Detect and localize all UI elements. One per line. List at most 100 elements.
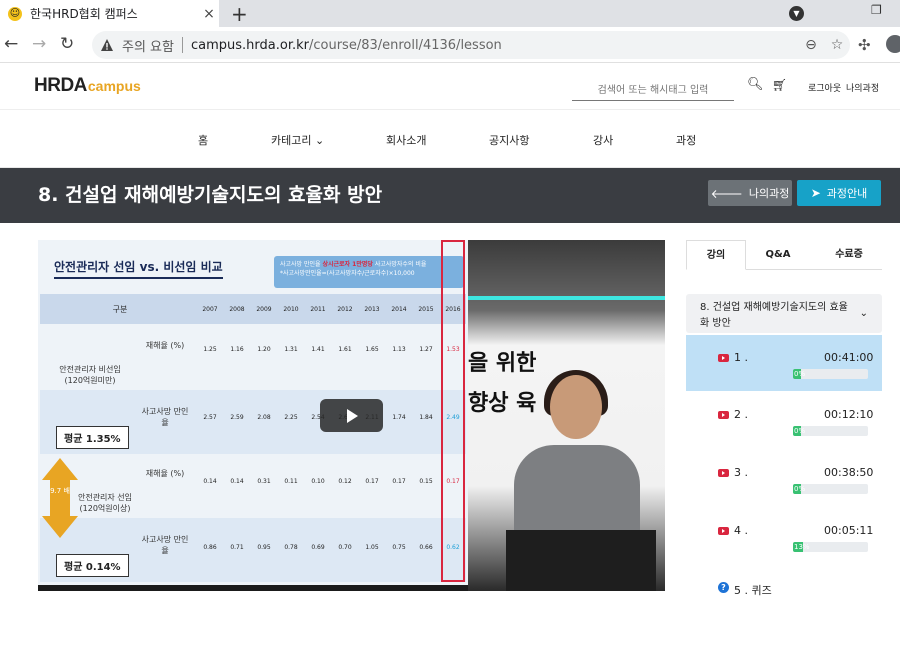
bookmark-star-icon[interactable]: ☆: [824, 37, 850, 53]
lesson-duration: 00:41:00: [824, 351, 874, 364]
forward-arrow-icon[interactable]: →: [32, 34, 46, 54]
note-text-c: 사고사망자수의 비율: [372, 261, 427, 268]
table-cell: 2.57: [203, 414, 217, 421]
ratio-label: 9.7 배: [50, 480, 70, 516]
slide-note: 사고사망 만인율 상시근로자 1만명당 사고사망자수의 비율 *사고사망만인율=…: [274, 256, 464, 288]
table-cell: 0.86: [203, 544, 217, 551]
url-host: campus.hrda.or.kr: [190, 37, 309, 53]
slide-title: 안전관리자 선임 vs. 비선임 비교: [54, 258, 223, 279]
year-header: 2014: [391, 306, 407, 313]
speaker-face: [550, 375, 602, 439]
table-cell: 1.20: [257, 346, 271, 353]
zoom-icon[interactable]: ⊖: [798, 37, 824, 53]
extensions-puzzle-icon[interactable]: ✣: [858, 36, 871, 54]
table-cell: 1.74: [392, 414, 406, 421]
table-cell: 0.17: [392, 478, 406, 485]
year-header: 2008: [229, 306, 245, 313]
browser-tab-title: 한국HRD협회 캠퍼스: [30, 7, 138, 21]
nav-instructors[interactable]: 강사: [593, 132, 613, 148]
site-header: HRDA campus 🔍︎ 🛒︎ 로그아웃 나의과정: [0, 63, 900, 110]
my-course-link[interactable]: 나의과정: [846, 81, 879, 94]
table-cell: 0.10: [311, 478, 325, 485]
nav-courses[interactable]: 과정: [676, 132, 696, 148]
window-restore-icon[interactable]: ❐: [871, 3, 882, 17]
lesson-duration: 00:38:50: [824, 466, 874, 479]
nav-category[interactable]: 카테고리 ⌄: [271, 132, 324, 148]
nav-home[interactable]: 홈: [198, 132, 208, 148]
tab-search-icon[interactable]: ▼: [789, 6, 804, 21]
row-label: 재해율 (%): [145, 341, 185, 350]
lecture-slide: 안전관리자 선임 vs. 비선임 비교 사고사망 만인율 상시근로자 1만명당 …: [38, 240, 468, 585]
url-text[interactable]: campus.hrda.or.kr/course/83/enroll/4136/…: [191, 38, 798, 53]
browser-tab[interactable]: ☺ 한국HRD협회 캠퍼스 ×: [0, 0, 219, 27]
lesson-number: 4 .: [734, 524, 748, 537]
note-text-b: 상시근로자 1만명당: [322, 261, 373, 268]
tab-lectures[interactable]: 강의: [686, 240, 746, 270]
site-logo[interactable]: HRDA campus: [34, 75, 141, 97]
table-cell: 0.15: [419, 478, 433, 485]
new-tab-button[interactable]: +: [231, 2, 248, 26]
year-header: 2012: [337, 306, 353, 313]
search-box: [572, 78, 734, 101]
table-cell: 0.71: [230, 544, 244, 551]
table-cell: 2.08: [257, 414, 271, 421]
note-formula: *사고사망만인율=(사고사망자수/근로자수)×10,000: [280, 270, 415, 277]
comparison-arrow-up-icon: [42, 458, 78, 480]
lesson-item[interactable]: 3 . 00:38:50 0%: [686, 450, 882, 506]
lesson-progress-fill: 0%: [793, 484, 806, 494]
year-header: 2013: [364, 306, 380, 313]
stage-light: [468, 296, 665, 300]
tab-qna[interactable]: Q&A: [748, 240, 808, 270]
table-cell: 0.11: [284, 478, 298, 485]
warning-triangle-icon[interactable]: [100, 38, 114, 52]
quiz-item[interactable]: ? 5 . 퀴즈: [686, 566, 882, 622]
logout-link[interactable]: 로그아웃: [808, 81, 841, 94]
question-circle-icon: ?: [718, 582, 729, 593]
video-player[interactable]: 안전관리자 선임 vs. 비선임 비교 사고사망 만인율 상시근로자 1만명당 …: [38, 240, 665, 591]
lesson-item[interactable]: 1 . 00:41:00 0%: [686, 335, 882, 391]
divider: [181, 37, 183, 53]
close-tab-icon[interactable]: ×: [199, 6, 219, 22]
nav-about[interactable]: 회사소개: [386, 132, 426, 148]
my-course-button[interactable]: 🡐 나의과정: [708, 180, 792, 206]
lesson-item[interactable]: 2 . 00:12:10 0%: [686, 392, 882, 448]
address-bar[interactable]: 주의 요함 campus.hrda.or.kr/course/83/enroll…: [92, 31, 850, 59]
row-label: 재해율 (%): [145, 469, 185, 478]
comparison-arrow-down-icon: [42, 516, 78, 538]
table-cell: 1.25: [203, 346, 217, 353]
table-cell: 2.25: [284, 414, 298, 421]
course-guide-button[interactable]: ➤ 과정안내: [797, 180, 881, 206]
table-cell: 0.70: [338, 544, 352, 551]
table-cell: 1.41: [311, 346, 325, 353]
cart-icon[interactable]: 🛒︎: [772, 78, 787, 92]
lesson-duration: 00:12:10: [824, 408, 874, 421]
play-button-icon[interactable]: [320, 399, 383, 432]
youtube-play-icon: [718, 527, 729, 535]
lesson-sidebar-tabs: 강의 Q&A 수료증: [686, 240, 882, 270]
lesson-progress-bar: 0%: [793, 484, 868, 494]
back-arrow-icon[interactable]: ←: [4, 34, 18, 54]
search-input[interactable]: [572, 83, 734, 100]
nav-notice[interactable]: 공지사항: [489, 132, 529, 148]
year-header: 2011: [310, 306, 326, 313]
comparison-table: 구분 안전관리자 비선임 (120억원미만) 평균 1.35% 안전관리자 선임…: [40, 294, 466, 582]
group1-label: 안전관리자 비선임 (120억원미만): [59, 365, 121, 386]
table-cell: 0.17: [365, 478, 379, 485]
browser-toolbar: ← → ↻ 주의 요함 campus.hrda.or.kr/course/83/…: [0, 27, 900, 63]
reload-icon[interactable]: ↻: [60, 34, 74, 54]
group2-average: 평균 0.14%: [56, 554, 129, 577]
tab-certificate[interactable]: 수료증: [816, 240, 882, 270]
table-cell: 0.14: [230, 478, 244, 485]
lesson-progress-fill: 13%: [793, 542, 810, 552]
youtube-play-icon: [718, 354, 729, 362]
stage-banner-text: 향상 육: [468, 391, 537, 416]
row-label: 사고사망 만인율: [141, 407, 189, 428]
profile-avatar-icon[interactable]: [886, 35, 900, 53]
table-cell: 0.75: [392, 544, 406, 551]
lesson-item[interactable]: 4 . 00:05:11 13%: [686, 508, 882, 564]
logo-hrda-text: HRDA: [34, 75, 87, 96]
group1-average: 평균 1.35%: [56, 426, 129, 449]
lesson-duration: 00:05:11: [824, 524, 874, 537]
chapter-dropdown[interactable]: 8. 건설업 재해예방기술지도의 효율화 방안 ⌄: [686, 294, 882, 333]
search-icon[interactable]: 🔍︎: [747, 77, 764, 92]
